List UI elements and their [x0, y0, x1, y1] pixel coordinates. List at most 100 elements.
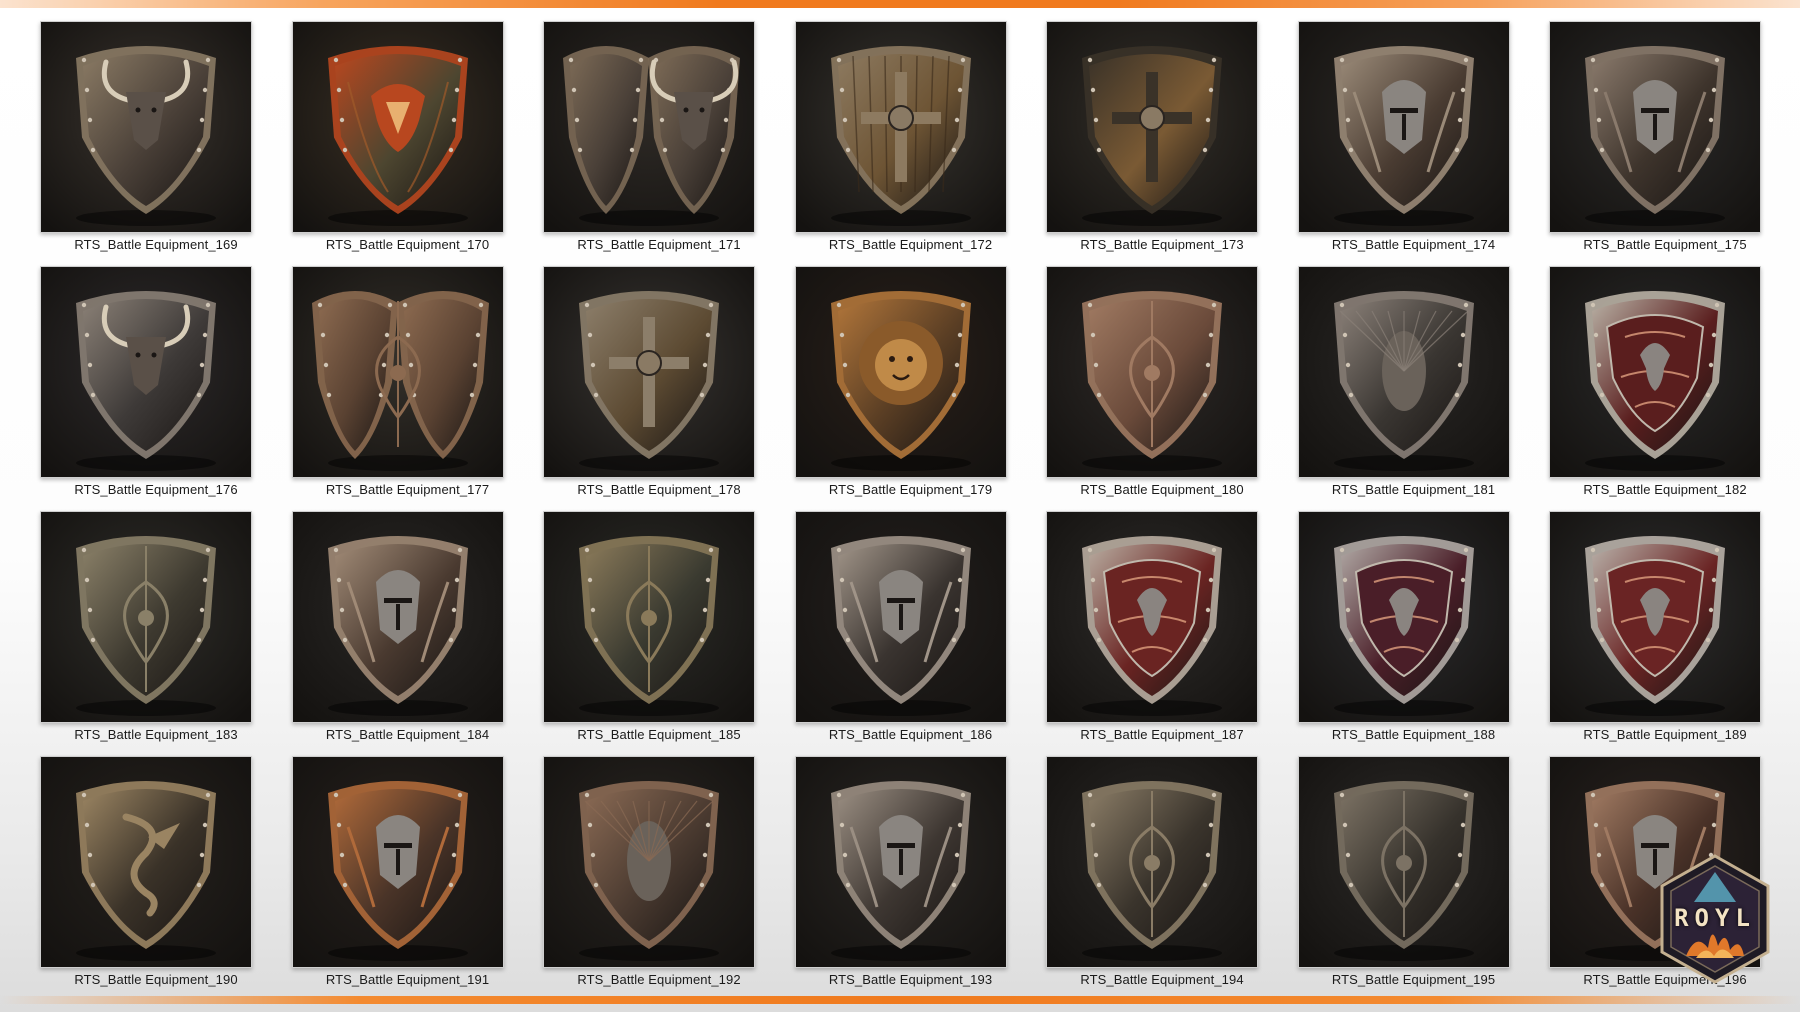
shield-thumbnail[interactable]	[1046, 266, 1258, 478]
shield-thumbnail[interactable]	[291, 266, 504, 478]
image-gallery: RTS_Battle Equipment_169 RTS_Battle Equip…	[0, 0, 1800, 1012]
gallery-item[interactable]: RTS_Battle Equipment_170	[276, 21, 528, 261]
shield-image-icon	[1298, 22, 1509, 232]
gallery-item[interactable]: RTS_Battle Equipment_181	[1282, 266, 1534, 506]
shield-thumbnail[interactable]	[1046, 756, 1258, 968]
gallery-item[interactable]: RTS_Battle Equipment_188	[1282, 511, 1534, 751]
gallery-item-label: RTS_Battle Equipment_169	[74, 237, 238, 252]
shield-image-icon	[292, 757, 503, 967]
gallery-item[interactable]: RTS_Battle Equipment_180	[1030, 266, 1282, 506]
shield-thumbnail[interactable]	[794, 266, 1007, 478]
shield-image-icon	[1298, 267, 1509, 477]
gallery-item-label: RTS_Battle Equipment_195	[1331, 972, 1496, 987]
gallery-item-label: RTS_Battle Equipment_189	[1583, 727, 1747, 742]
gallery-item[interactable]: RTS_Battle Equipment_175	[1533, 21, 1785, 261]
gallery-item-label: RTS_Battle Equipment_176	[74, 482, 238, 497]
gallery-item[interactable]: RTS_Battle Equipment_191	[276, 756, 528, 996]
gallery-item-label: RTS_Battle Equipment_187	[1080, 727, 1244, 742]
gallery-item[interactable]: RTS_Battle Equipment_187	[1030, 511, 1282, 751]
gallery-item-label: RTS_Battle Equipment_171	[577, 237, 741, 252]
shield-thumbnail[interactable]	[1549, 266, 1761, 478]
shield-image-icon	[1550, 267, 1760, 477]
gallery-item[interactable]: RTS_Battle Equipment_194	[1030, 756, 1282, 996]
shield-thumbnail[interactable]	[1297, 756, 1510, 968]
logo-text: ROYL	[1674, 904, 1756, 932]
gallery-item[interactable]: RTS_Battle Equipment_193	[779, 756, 1031, 996]
shield-image-icon	[795, 512, 1006, 722]
shield-image-icon	[41, 22, 251, 232]
gallery-item[interactable]: RTS_Battle Equipment_177	[276, 266, 528, 506]
gallery-item[interactable]: RTS_Battle Equipment_184	[276, 511, 528, 751]
gallery-item-label: RTS_Battle Equipment_192	[577, 972, 741, 987]
shield-image-icon	[41, 512, 251, 722]
gallery-item-label: RTS_Battle Equipment_181	[1331, 482, 1496, 497]
shield-image-icon	[795, 22, 1006, 232]
gallery-item[interactable]: RTS_Battle Equipment_173	[1030, 21, 1282, 261]
gallery-item[interactable]: RTS_Battle Equipment_178	[527, 266, 779, 506]
gallery-item[interactable]: RTS_Battle Equipment_172	[779, 21, 1031, 261]
shield-image-icon	[1047, 22, 1257, 232]
gallery-item[interactable]: RTS_Battle Equipment_174	[1282, 21, 1534, 261]
shield-image-icon	[292, 22, 503, 232]
shield-thumbnail[interactable]	[1046, 511, 1258, 723]
shield-image-icon	[795, 757, 1006, 967]
shield-image-icon	[1550, 22, 1760, 232]
gallery-item-label: RTS_Battle Equipment_173	[1080, 237, 1244, 252]
shield-thumbnail[interactable]	[40, 756, 252, 968]
gallery-item-label: RTS_Battle Equipment_172	[828, 237, 993, 252]
shield-thumbnail[interactable]	[40, 266, 252, 478]
shield-thumbnail[interactable]	[1297, 266, 1510, 478]
shield-thumbnail[interactable]	[794, 21, 1007, 233]
shield-thumbnail[interactable]	[1297, 21, 1510, 233]
gallery-item[interactable]: RTS_Battle Equipment_195	[1282, 756, 1534, 996]
gallery-item-label: RTS_Battle Equipment_190	[74, 972, 238, 987]
gallery-item-label: RTS_Battle Equipment_174	[1331, 237, 1496, 252]
gallery-item[interactable]: RTS_Battle Equipment_182	[1533, 266, 1785, 506]
shield-thumbnail[interactable]	[543, 266, 755, 478]
shield-image-icon	[544, 757, 754, 967]
gallery-item-label: RTS_Battle Equipment_183	[74, 727, 238, 742]
shield-thumbnail[interactable]	[291, 756, 504, 968]
shield-image-icon	[1298, 512, 1509, 722]
gallery-item[interactable]: RTS_Battle Equipment_171	[527, 21, 779, 261]
gallery-item-label: RTS_Battle Equipment_178	[577, 482, 741, 497]
gallery-item[interactable]: RTS_Battle Equipment_176	[24, 266, 276, 506]
shield-image-icon	[1550, 512, 1760, 722]
gallery-item-label: RTS_Battle Equipment_185	[577, 727, 741, 742]
shield-thumbnail[interactable]	[1297, 511, 1510, 723]
shield-thumbnail[interactable]	[40, 21, 252, 233]
gallery-item-label: RTS_Battle Equipment_175	[1583, 237, 1747, 252]
shield-thumbnail[interactable]	[794, 511, 1007, 723]
gallery-item-label: RTS_Battle Equipment_182	[1583, 482, 1747, 497]
shield-image-icon	[41, 267, 251, 477]
gallery-item[interactable]: RTS_Battle Equipment_186	[779, 511, 1031, 751]
shield-image-icon	[1047, 512, 1257, 722]
shield-image-icon	[1047, 267, 1257, 477]
gallery-item-label: RTS_Battle Equipment_180	[1080, 482, 1244, 497]
shield-thumbnail[interactable]	[1549, 21, 1761, 233]
shield-thumbnail[interactable]	[794, 756, 1007, 968]
shield-thumbnail[interactable]	[1549, 511, 1761, 723]
gallery-item[interactable]: RTS_Battle Equipment_183	[24, 511, 276, 751]
shield-thumbnail[interactable]	[291, 511, 504, 723]
shield-image-icon	[795, 267, 1006, 477]
shield-thumbnail[interactable]	[291, 21, 504, 233]
shield-thumbnail[interactable]	[543, 511, 755, 723]
shield-thumbnail[interactable]	[543, 756, 755, 968]
shield-thumbnail[interactable]	[40, 511, 252, 723]
gallery-item[interactable]: RTS_Battle Equipment_179	[779, 266, 1031, 506]
gallery-item[interactable]: RTS_Battle Equipment_189	[1533, 511, 1785, 751]
gallery-item[interactable]: RTS_Battle Equipment_169	[24, 21, 276, 261]
shield-thumbnail[interactable]	[543, 21, 755, 233]
gallery-item-label: RTS_Battle Equipment_193	[828, 972, 993, 987]
shield-image-icon	[292, 267, 503, 477]
shield-image-icon	[1047, 757, 1257, 967]
gallery-item[interactable]: RTS_Battle Equipment_190	[24, 756, 276, 996]
gallery-item[interactable]: RTS_Battle Equipment_185	[527, 511, 779, 751]
shield-thumbnail[interactable]	[1046, 21, 1258, 233]
gallery-item[interactable]: RTS_Battle Equipment_192	[527, 756, 779, 996]
gallery-item-label: RTS_Battle Equipment_191	[325, 972, 490, 987]
shield-image-icon	[544, 267, 754, 477]
shield-image-icon	[1298, 757, 1509, 967]
gallery-item-label: RTS_Battle Equipment_194	[1080, 972, 1244, 987]
